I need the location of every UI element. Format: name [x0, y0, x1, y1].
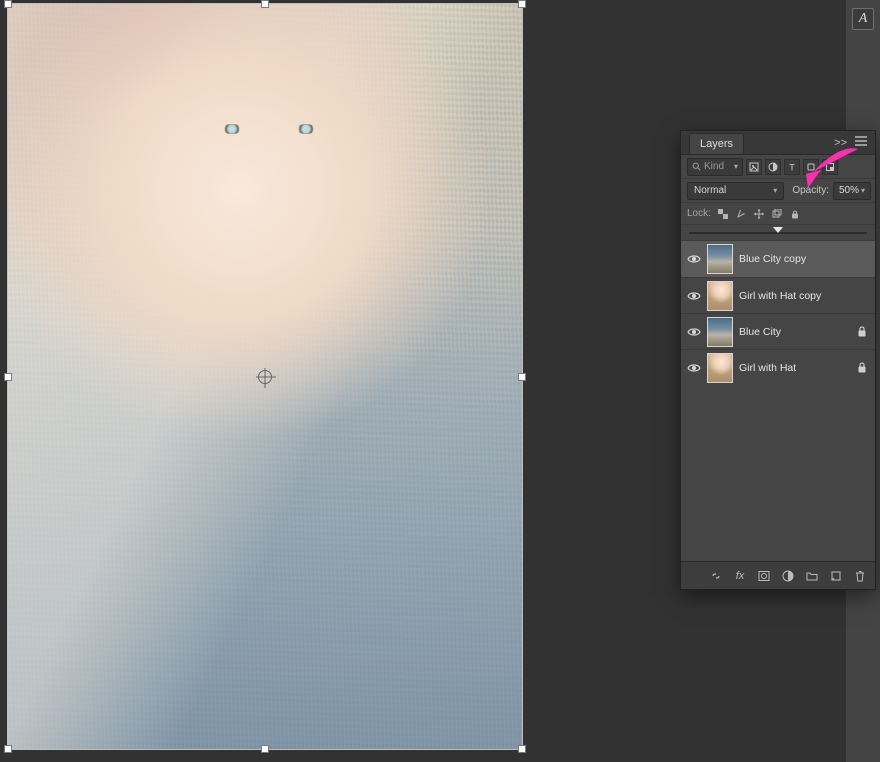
layer-row[interactable]: Blue City: [681, 313, 875, 349]
layer-row[interactable]: Girl with Hat copy: [681, 277, 875, 313]
filter-adjustment-icon[interactable]: [765, 159, 781, 175]
layer-name-label[interactable]: Girl with Hat: [739, 362, 855, 374]
svg-text:T: T: [789, 162, 795, 172]
lock-icon[interactable]: [855, 325, 869, 339]
layers-panel-footer: fx: [681, 561, 875, 589]
lock-pixels-icon[interactable]: [735, 208, 747, 220]
layer-row[interactable]: Blue City copy: [681, 241, 875, 277]
new-group-icon[interactable]: [805, 569, 819, 583]
chevron-down-icon: ▾: [861, 186, 865, 195]
visibility-eye-icon[interactable]: [685, 323, 703, 341]
new-layer-icon[interactable]: [829, 569, 843, 583]
panel-header[interactable]: Layers >>: [681, 131, 875, 155]
opacity-value: 50%: [839, 185, 859, 196]
opacity-label: Opacity:: [792, 185, 829, 196]
layer-thumbnail[interactable]: [707, 281, 733, 311]
layers-list: Blue City copy Girl with Hat copy Blue Cit…: [681, 241, 875, 385]
add-mask-icon[interactable]: [757, 569, 771, 583]
chevron-down-icon: ▾: [734, 162, 738, 171]
canvas-area: [0, 0, 526, 762]
composite-image[interactable]: [8, 4, 522, 749]
layers-tab[interactable]: Layers: [689, 133, 744, 154]
search-icon: [692, 162, 701, 171]
layer-thumbnail[interactable]: [707, 317, 733, 347]
new-adjustment-icon[interactable]: [781, 569, 795, 583]
layer-name-label[interactable]: Blue City copy: [739, 253, 869, 265]
fill-slider[interactable]: [689, 232, 867, 234]
layer-thumbnail[interactable]: [707, 244, 733, 274]
blend-opacity-row: Normal ▾ Opacity: 50% ▾: [681, 179, 875, 203]
blend-mode-dropdown[interactable]: Normal ▾: [687, 182, 784, 200]
layers-panel: Layers >> Kind ▾ T: [680, 130, 876, 590]
layer-name-label[interactable]: Girl with Hat copy: [739, 290, 869, 302]
filter-type-icon[interactable]: T: [784, 159, 800, 175]
layer-name-label[interactable]: Blue City: [739, 326, 855, 338]
link-layers-icon[interactable]: [709, 569, 723, 583]
visibility-eye-icon[interactable]: [685, 287, 703, 305]
character-panel-icon[interactable]: A: [852, 8, 874, 30]
lock-artboard-icon[interactable]: [771, 208, 783, 220]
blend-mode-value: Normal: [694, 185, 726, 196]
opacity-input[interactable]: 50% ▾: [833, 182, 871, 200]
lock-position-icon[interactable]: [753, 208, 765, 220]
lock-row: Lock:: [681, 203, 875, 225]
layer-kind-dropdown[interactable]: Kind ▾: [687, 158, 743, 176]
panel-menu-icon[interactable]: [851, 134, 871, 151]
lock-label: Lock:: [687, 208, 711, 219]
layer-row[interactable]: Girl with Hat: [681, 349, 875, 385]
chevron-down-icon: ▾: [773, 186, 777, 195]
layer-filter-row: Kind ▾ T: [681, 155, 875, 179]
slider-thumb-icon[interactable]: [773, 227, 783, 233]
filter-shape-icon[interactable]: [803, 159, 819, 175]
lock-all-icon[interactable]: [789, 208, 801, 220]
layer-thumbnail[interactable]: [707, 353, 733, 383]
filter-smartobject-icon[interactable]: [822, 159, 838, 175]
collapse-panel-button[interactable]: >>: [830, 135, 851, 151]
filter-pixel-icon[interactable]: [746, 159, 762, 175]
visibility-eye-icon[interactable]: [685, 250, 703, 268]
lock-icon[interactable]: [855, 361, 869, 375]
layer-fx-icon[interactable]: fx: [733, 569, 747, 583]
visibility-eye-icon[interactable]: [685, 359, 703, 377]
lock-transparency-icon[interactable]: [717, 208, 729, 220]
layer-kind-label: Kind: [704, 161, 724, 172]
delete-layer-icon[interactable]: [853, 569, 867, 583]
fill-slider-row: [681, 225, 875, 241]
